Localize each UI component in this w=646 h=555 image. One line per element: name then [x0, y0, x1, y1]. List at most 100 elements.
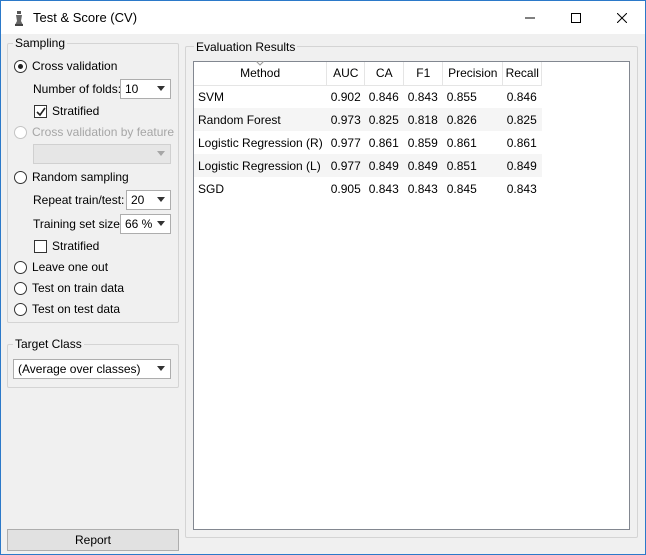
radio-checked-icon: [14, 59, 27, 73]
sort-indicator-icon: [256, 61, 265, 66]
cell-recall: 0.843: [506, 181, 537, 196]
repeat-train-test-value: 20: [131, 193, 145, 207]
cell-ca: 0.825: [364, 108, 404, 131]
feature-select[interactable]: [33, 144, 171, 164]
cell-method: Logistic Regression (R): [198, 135, 323, 150]
cell-f1: 0.849: [403, 154, 443, 177]
window-title: Test & Score (CV): [33, 10, 138, 25]
test-and-score-window: Test & Score (CV) Sampling Cross validat…: [0, 0, 646, 555]
cell-precision: 0.851: [442, 154, 503, 177]
maximize-icon: [571, 12, 581, 23]
table-row[interactable]: Random Forest 0.973 0.825 0.818 0.826 0.…: [194, 108, 542, 131]
target-class-value: (Average over classes): [18, 362, 141, 376]
chevron-down-icon: [157, 366, 165, 371]
evaluation-results-table[interactable]: Method AUC CA F1 Precision Recall SVM 0.…: [193, 61, 630, 530]
column-header-recall[interactable]: Recall: [502, 62, 543, 86]
chevron-down-icon: [157, 197, 165, 202]
title-bar[interactable]: Test & Score (CV): [1, 1, 645, 34]
minimize-button[interactable]: [507, 1, 553, 34]
radio-unchecked-icon: [14, 260, 27, 274]
radio-unchecked-icon: [14, 281, 27, 295]
close-button[interactable]: [599, 1, 645, 34]
cross-validation-by-feature-label: Cross validation by feature: [32, 125, 175, 139]
table-row[interactable]: Logistic Regression (R) 0.977 0.861 0.85…: [194, 131, 542, 154]
random-sampling-radio[interactable]: Random sampling: [14, 170, 129, 184]
radio-unchecked-icon: [14, 125, 27, 139]
target-class-title: Target Class: [13, 337, 84, 351]
column-header-ca[interactable]: CA: [364, 62, 405, 86]
test-on-train-label: Test on train data: [32, 281, 125, 295]
radio-unchecked-icon: [14, 302, 27, 316]
cell-auc: 0.977: [326, 154, 365, 177]
cell-method: Random Forest: [194, 108, 327, 131]
cell-recall: 0.861: [506, 135, 537, 150]
training-set-size-select[interactable]: 66 %: [120, 214, 171, 234]
report-button[interactable]: Report: [7, 529, 179, 551]
close-icon: [617, 12, 627, 23]
cell-auc: 0.905: [330, 181, 361, 196]
cell-recall: 0.849: [502, 154, 542, 177]
cross-validation-radio[interactable]: Cross validation: [14, 59, 117, 73]
stratified-label: Stratified: [52, 104, 100, 118]
training-set-size-value: 66 %: [125, 217, 153, 231]
cross-validation-by-feature-radio[interactable]: Cross validation by feature: [14, 125, 174, 139]
leave-one-out-radio[interactable]: Leave one out: [14, 260, 108, 274]
table-header-row: Method AUC CA F1 Precision Recall: [194, 61, 543, 86]
cell-method: SGD: [198, 181, 225, 196]
cell-auc: 0.902: [330, 89, 361, 104]
cell-method: Logistic Regression (L): [194, 154, 327, 177]
chevron-down-icon: [157, 151, 165, 156]
cell-f1: 0.843: [407, 89, 438, 104]
cell-auc: 0.977: [330, 135, 361, 150]
minimize-icon: [525, 17, 535, 18]
table-row[interactable]: Logistic Regression (L) 0.977 0.849 0.84…: [194, 154, 542, 177]
orange-app-icon: [15, 11, 23, 26]
number-of-folds-select[interactable]: 10: [120, 79, 171, 99]
test-on-test-label: Test on test data: [32, 302, 121, 316]
sampling-title: Sampling: [13, 36, 68, 50]
repeat-train-test-label: Repeat train/test:: [33, 193, 125, 207]
stratified-checkbox[interactable]: Stratified: [34, 104, 99, 118]
test-on-train-radio[interactable]: Test on train data: [14, 281, 124, 295]
cell-precision: 0.861: [446, 135, 477, 150]
repeat-train-test-select[interactable]: 20: [126, 190, 171, 210]
checkbox-unchecked-icon: [34, 239, 47, 253]
table-row[interactable]: SGD 0.905 0.843 0.843 0.845 0.843: [194, 177, 542, 200]
cell-f1: 0.859: [407, 135, 438, 150]
cross-validation-label: Cross validation: [32, 59, 118, 73]
cell-f1: 0.843: [407, 181, 438, 196]
number-of-folds-label: Number of folds:: [33, 82, 122, 96]
cell-ca: 0.861: [368, 135, 399, 150]
leave-one-out-label: Leave one out: [32, 260, 109, 274]
evaluation-results-title: Evaluation Results: [194, 40, 298, 54]
table-row[interactable]: SVM 0.902 0.846 0.843 0.855 0.846: [194, 85, 542, 108]
random-sampling-label: Random sampling: [32, 170, 129, 184]
maximize-button[interactable]: [553, 1, 599, 34]
cell-precision: 0.855: [446, 89, 477, 104]
checkbox-checked-icon: [34, 104, 47, 118]
cell-method: SVM: [198, 89, 225, 104]
random-stratified-label: Stratified: [52, 239, 100, 253]
random-stratified-checkbox[interactable]: Stratified: [34, 239, 99, 253]
cell-recall: 0.825: [502, 108, 542, 131]
chevron-down-icon: [157, 221, 165, 226]
column-header-precision[interactable]: Precision: [442, 62, 504, 86]
chevron-down-icon: [157, 86, 165, 91]
column-header-auc[interactable]: AUC: [326, 62, 366, 86]
cell-ca: 0.843: [368, 181, 399, 196]
report-button-label: Report: [74, 533, 112, 547]
cell-ca: 0.846: [368, 89, 399, 104]
cell-recall: 0.846: [506, 89, 537, 104]
target-class-select[interactable]: (Average over classes): [13, 359, 171, 379]
results-table: Method AUC CA F1 Precision Recall SVM 0.…: [194, 61, 543, 200]
cell-f1: 0.818: [403, 108, 443, 131]
radio-unchecked-icon: [14, 170, 27, 184]
test-on-test-radio[interactable]: Test on test data: [14, 302, 120, 316]
column-header-f1[interactable]: F1: [403, 62, 444, 86]
cell-precision: 0.845: [446, 181, 477, 196]
cell-auc: 0.973: [326, 108, 365, 131]
cell-ca: 0.849: [364, 154, 404, 177]
cell-precision: 0.826: [442, 108, 503, 131]
number-of-folds-value: 10: [125, 82, 139, 96]
column-header-method[interactable]: Method: [194, 61, 328, 86]
